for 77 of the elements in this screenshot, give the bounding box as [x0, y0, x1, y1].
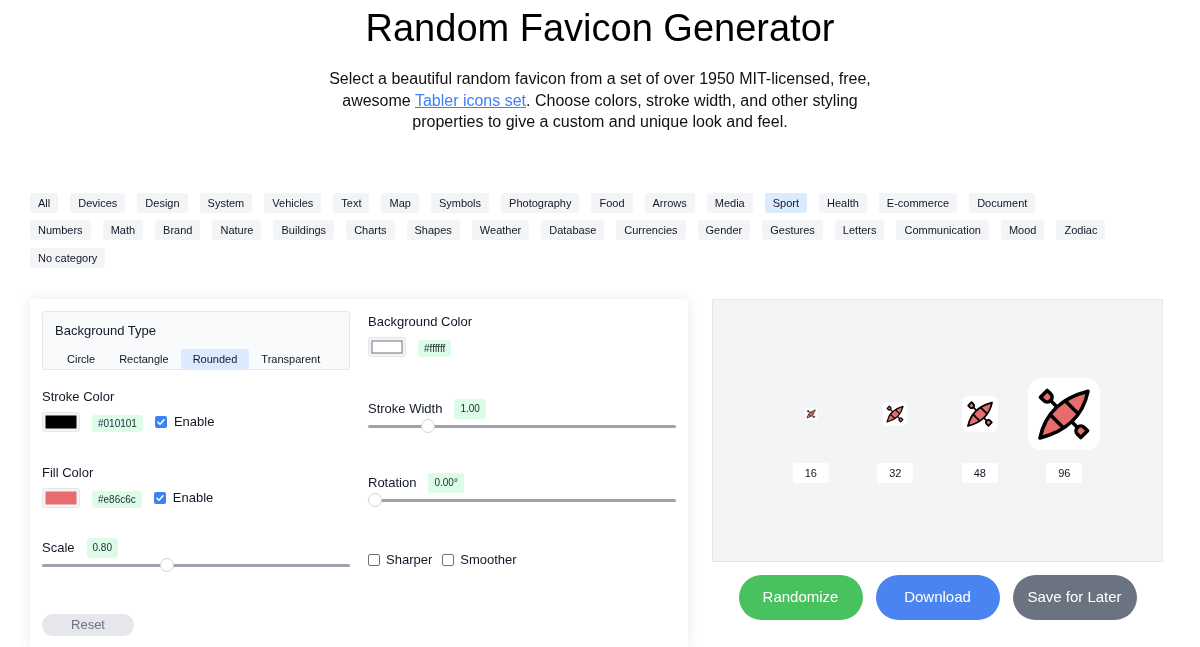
reset-button[interactable]: Reset: [42, 613, 134, 636]
category-tab[interactable]: Communication: [896, 220, 989, 240]
category-tab[interactable]: E-commerce: [878, 192, 958, 213]
category-tab[interactable]: Zodiac: [1056, 220, 1106, 240]
category-tab[interactable]: Charts: [346, 220, 395, 240]
size-label: 32: [877, 462, 914, 483]
slider-thumb[interactable]: [159, 558, 174, 572]
category-tab[interactable]: Gestures: [762, 220, 823, 240]
category-tab[interactable]: Document: [969, 192, 1036, 213]
swatch-icon[interactable]: [368, 336, 406, 357]
category-tab[interactable]: Letters: [834, 220, 885, 240]
category-tab[interactable]: Database: [541, 220, 605, 240]
category-tab[interactable]: Health: [819, 192, 867, 213]
category-tab[interactable]: Mood: [1000, 220, 1045, 240]
category-tab[interactable]: Numbers: [30, 220, 91, 240]
control-label: Scale: [42, 539, 75, 556]
page-title: Random Favicon Generator: [365, 6, 835, 51]
kayak-icon: [1028, 377, 1101, 450]
category-tab[interactable]: Nature: [212, 220, 262, 240]
segment-option[interactable]: Circle: [55, 348, 108, 369]
category-tab[interactable]: Gender: [697, 220, 751, 240]
page-description: Select a beautiful random favicon from a set of over 1950 MIT-licensed, free, awesome Tabler icons set. Choose colors, stroke width, and other styling properties to give a custom and unique look and feel.: [328, 69, 872, 132]
size-label: 48: [961, 462, 998, 483]
hex-value: #e86c6c: [92, 490, 142, 508]
hex-value: #010101: [92, 414, 143, 432]
category-tab[interactable]: Photography: [501, 192, 580, 213]
category-tab[interactable]: Sport: [764, 192, 808, 213]
checkbox-label: Sharper: [386, 551, 433, 568]
control-label: Background Color: [368, 313, 473, 330]
category-tab[interactable]: Text: [333, 192, 370, 213]
checkbox[interactable]: [153, 491, 166, 504]
category-tab[interactable]: Food: [591, 192, 633, 213]
checkbox-label: Smoother: [460, 551, 517, 568]
kayak-icon: [961, 395, 998, 432]
slider-value: 0.80: [86, 537, 118, 558]
control-label: Stroke Width: [368, 400, 443, 417]
segment-option[interactable]: Rounded: [180, 348, 250, 369]
hex-value: #ffffff: [418, 339, 452, 357]
category-tab[interactable]: System: [199, 192, 253, 213]
category-tab[interactable]: Arrows: [644, 192, 695, 213]
kayak-icon: [883, 401, 908, 426]
checkbox[interactable]: [368, 553, 380, 566]
swatch-icon[interactable]: [42, 411, 80, 432]
category-tab[interactable]: Symbols: [430, 192, 490, 213]
slider-thumb[interactable]: [420, 419, 435, 433]
swatch-icon[interactable]: [42, 487, 80, 508]
checkbox-label: Enable: [173, 413, 215, 430]
control-label: Background Type: [55, 322, 156, 339]
category-tab[interactable]: Media: [706, 192, 753, 213]
category-tab[interactable]: Brand: [155, 220, 201, 240]
checkbox[interactable]: [154, 415, 167, 428]
control-label: Stroke Color: [42, 388, 115, 405]
control-label: Fill Color: [42, 464, 94, 481]
category-tab[interactable]: Weather: [471, 220, 530, 240]
category-tab[interactable]: No category: [30, 247, 106, 268]
category-tab[interactable]: Devices: [70, 192, 126, 213]
size-label: 96: [1046, 462, 1083, 483]
category-tab[interactable]: Vehicles: [264, 192, 322, 213]
action-button[interactable]: Save for Later: [1012, 574, 1137, 620]
checkbox[interactable]: [442, 553, 455, 566]
category-tab[interactable]: Math: [102, 220, 144, 240]
slider-value: 0.00°: [428, 472, 464, 493]
category-tab[interactable]: Design: [137, 192, 188, 213]
segment-option[interactable]: Rectangle: [107, 348, 181, 369]
category-tab[interactable]: All: [30, 192, 59, 213]
checkbox-label: Enable: [172, 489, 214, 506]
slider-thumb[interactable]: [368, 493, 382, 507]
control-label: Rotation: [368, 474, 417, 491]
category-tab[interactable]: Map: [381, 192, 419, 213]
segment-option[interactable]: Transparent: [249, 348, 333, 369]
category-tab[interactable]: Shapes: [406, 220, 460, 240]
category-tab[interactable]: Currencies: [616, 220, 686, 240]
kayak-icon: [804, 407, 817, 420]
slider-value: 1.00: [454, 398, 486, 419]
category-tab[interactable]: Buildings: [273, 220, 335, 240]
action-button[interactable]: Download: [875, 574, 1000, 620]
size-label: 16: [792, 462, 829, 483]
